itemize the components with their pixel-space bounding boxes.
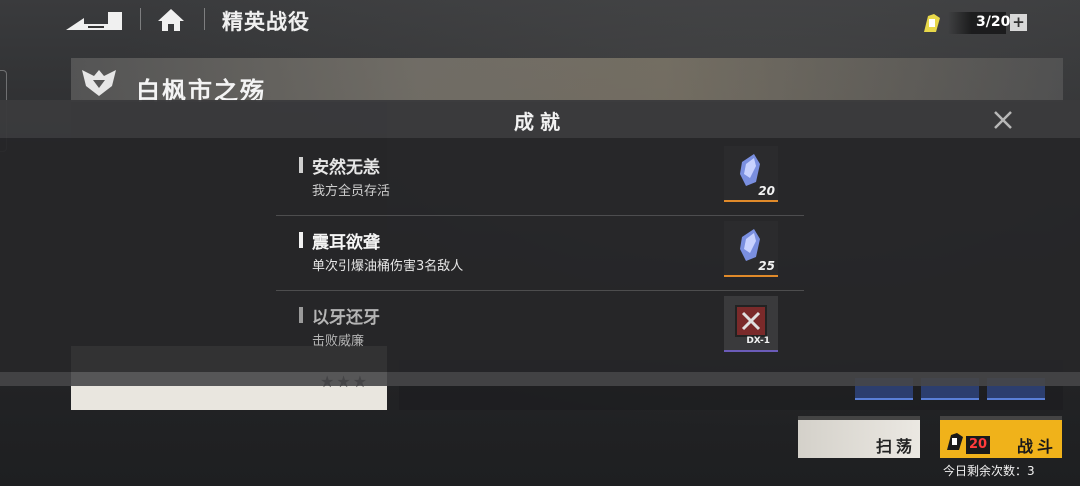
achievement-row: 震耳欲聋 单次引爆油桶伤害3名敌人 25 [276, 217, 804, 291]
battle-label: 战斗 [1017, 437, 1058, 456]
faction-emblem-icon [82, 70, 116, 96]
modal-title: 成就 [514, 110, 566, 134]
achievement-reward[interactable]: DX-1 [724, 296, 778, 352]
home-icon[interactable] [156, 6, 186, 34]
reward-quantity: 25 [758, 259, 775, 273]
achievement-reward[interactable]: 20 [724, 146, 778, 202]
achievement-desc: 单次引爆油桶伤害3名敌人 [312, 259, 464, 274]
remaining-attempts: 今日剩余次数：3 [943, 464, 1035, 478]
sweep-label: 扫荡 [876, 437, 917, 456]
achievement-marker [299, 307, 303, 323]
divider [140, 8, 141, 30]
achievement-marker [299, 232, 303, 248]
achievement-marker [299, 157, 303, 173]
achievement-name: 以牙还牙 [312, 308, 380, 328]
add-stamina-button[interactable]: + [1010, 14, 1027, 31]
divider [276, 290, 804, 291]
modal-bottom-edge [0, 372, 1080, 386]
achievement-reward[interactable]: 25 [724, 221, 778, 277]
achievement-row: 安然无恙 我方全员存活 20 [276, 142, 804, 216]
battle-cost: 20 [966, 436, 990, 454]
achievement-desc: 击败威廉 [312, 334, 365, 349]
achievement-desc: 我方全员存活 [312, 184, 391, 199]
close-icon[interactable] [990, 107, 1016, 133]
stamina-icon [924, 14, 940, 32]
achievement-name: 震耳欲聋 [312, 233, 380, 253]
back-icon[interactable] [64, 6, 126, 34]
page-title: 精英战役 [222, 10, 310, 34]
stamina-icon [947, 433, 963, 450]
reward-quantity: DX-1 [746, 336, 770, 346]
achievement-name: 安然无恙 [312, 158, 380, 178]
achievement-row: 以牙还牙 击败威廉 DX-1 [276, 292, 804, 366]
divider [276, 215, 804, 216]
reward-quantity: 20 [758, 184, 775, 198]
divider [204, 8, 205, 30]
top-bar: 精英战役 3/200 + [0, 0, 1080, 44]
